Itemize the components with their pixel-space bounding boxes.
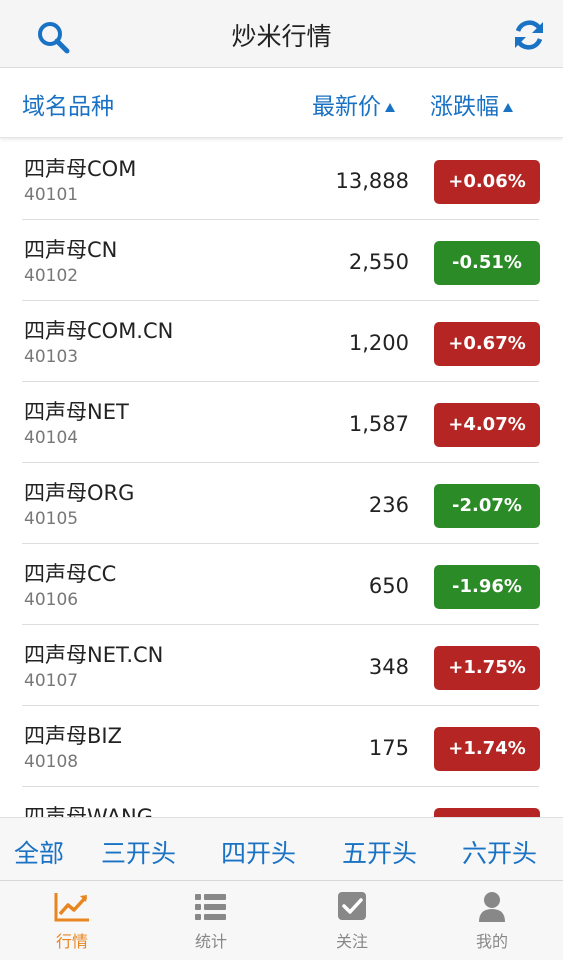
column-header: 域名品种 最新价 涨跌幅 [0,68,563,138]
table-row[interactable]: 四声母BIZ 40108 175 +1.74% [0,706,563,787]
tab-market[interactable]: 行情 [2,881,142,960]
change-badge: +0.06% [434,160,540,204]
sort-up-icon [503,103,513,112]
change-badge: -1.96% [434,565,540,609]
filter-all[interactable]: 全部 [14,834,64,870]
filter-bar: 全部 三开头 四开头 五开头 六开头 [0,817,563,881]
filter-six-prefix[interactable]: 六开头 [462,834,537,870]
table-row[interactable]: 四声母COM.CN 40103 1,200 +0.67% [0,301,563,382]
domain-name: 四声母ORG [24,481,135,505]
domain-name: 四声母COM [24,157,137,181]
refresh-icon[interactable] [512,18,546,52]
tab-watchlist-label: 关注 [335,932,368,951]
bottom-tab-bar: 行情 统计 关注 我的 [0,881,563,960]
sort-up-icon [385,103,395,112]
domain-code: 40104 [24,428,79,448]
latest-price: 1,587 [348,412,409,436]
column-name-header: 域名品种 [22,94,114,120]
change-badge: +1.74% [434,727,540,771]
top-bar: 炒米行情 [0,0,563,68]
column-price-header[interactable]: 最新价 [312,87,395,121]
table-row[interactable]: 四声母WANG [0,787,563,817]
table-row[interactable]: 四声母NET.CN 40107 348 +1.75% [0,625,563,706]
domain-name: 四声母WANG [24,805,153,817]
table-row[interactable]: 四声母COM 40101 13,888 +0.06% [0,139,563,220]
tab-profile[interactable]: 我的 [422,881,562,960]
chart-icon [54,891,90,923]
latest-price: 1,200 [348,331,409,355]
domain-name: 四声母BIZ [24,724,122,748]
domain-code: 40102 [24,266,79,286]
domain-name: 四声母CN [24,238,118,262]
checkbox-icon [334,891,370,923]
filter-three-prefix[interactable]: 三开头 [101,834,176,870]
column-price-label: 最新价 [312,94,381,120]
latest-price: 2,550 [348,250,409,274]
tab-statistics-label: 统计 [194,932,227,951]
domain-name: 四声母COM.CN [24,319,174,343]
tab-watchlist[interactable]: 关注 [282,881,422,960]
tab-profile-label: 我的 [475,932,508,951]
filter-four-prefix[interactable]: 四开头 [221,834,296,870]
table-row[interactable]: 四声母ORG 40105 236 -2.07% [0,463,563,544]
page-title: 炒米行情 [231,22,332,51]
domain-code: 40105 [24,509,79,529]
latest-price: 650 [368,574,409,598]
change-badge: +4.07% [434,403,540,447]
domain-code: 40103 [24,347,79,367]
change-badge: +1.75% [434,646,540,690]
latest-price: 13,888 [335,169,409,193]
domain-code: 40106 [24,590,79,610]
domain-name: 四声母NET [24,400,129,424]
table-row[interactable]: 四声母CC 40106 650 -1.96% [0,544,563,625]
filter-five-prefix[interactable]: 五开头 [342,834,417,870]
column-change-label: 涨跌幅 [430,94,499,120]
domain-code: 40101 [24,185,79,205]
domain-name: 四声母CC [24,562,117,586]
domain-code: 40107 [24,671,79,691]
change-badge [434,808,540,817]
table-row[interactable]: 四声母CN 40102 2,550 -0.51% [0,220,563,301]
change-badge: -0.51% [434,241,540,285]
domain-code: 40108 [24,752,79,772]
latest-price: 175 [368,736,409,760]
quote-list[interactable]: 四声母COM 40101 13,888 +0.06% 四声母CN 40102 2… [0,139,563,817]
tab-statistics[interactable]: 统计 [141,881,281,960]
domain-name: 四声母NET.CN [24,643,164,667]
latest-price: 348 [368,655,409,679]
table-row[interactable]: 四声母NET 40104 1,587 +4.07% [0,382,563,463]
latest-price: 236 [368,493,409,517]
change-badge: +0.67% [434,322,540,366]
change-badge: -2.07% [434,484,540,528]
user-icon [474,891,510,923]
column-change-header[interactable]: 涨跌幅 [430,87,513,121]
tab-market-label: 行情 [55,932,88,951]
list-icon [193,891,229,923]
